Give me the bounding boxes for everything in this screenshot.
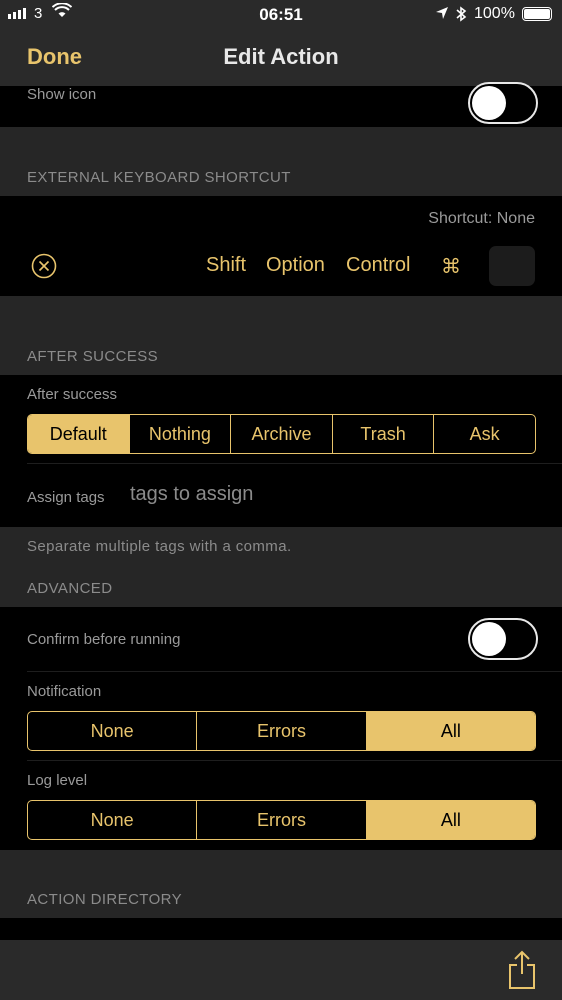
notification-option-all[interactable]: All — [365, 712, 535, 750]
confirm-before-running-label: Confirm before running — [27, 631, 181, 648]
location-arrow-icon — [435, 6, 449, 25]
log-level-option-none[interactable]: None — [28, 801, 196, 839]
show-icon-toggle[interactable] — [468, 82, 538, 124]
assign-tags-input[interactable]: tags to assign — [130, 483, 253, 506]
key-input-field[interactable] — [489, 246, 535, 286]
battery-percent: 100% — [474, 5, 515, 22]
assign-tags-footer: Separate multiple tags with a comma. — [27, 538, 292, 555]
action-directory-section-header: ACTION DIRECTORY — [27, 891, 183, 908]
option-modifier-button[interactable]: Option — [266, 254, 325, 277]
advanced-section-header: ADVANCED — [27, 580, 113, 597]
notification-option-errors[interactable]: Errors — [196, 712, 365, 750]
after-success-option-trash[interactable]: Trash — [331, 415, 434, 453]
bottom-toolbar — [0, 940, 562, 1000]
keyboard-shortcut-group: Shortcut: None Shift Option Control ⌘ — [0, 196, 562, 296]
after-success-label: After success — [27, 386, 118, 403]
advanced-group: Confirm before running Notification None… — [0, 607, 562, 850]
notification-segmented-control: None Errors All — [27, 711, 536, 751]
navigation-bar: Done Edit Action — [0, 30, 562, 86]
after-success-group: After success Default Nothing Archive Tr… — [0, 375, 562, 527]
after-success-option-ask[interactable]: Ask — [433, 415, 535, 453]
bluetooth-icon — [455, 5, 467, 28]
divider — [27, 463, 562, 464]
after-success-option-default[interactable]: Default — [28, 415, 129, 453]
action-directory-group — [0, 918, 562, 940]
status-bar: 3 06:51 100% — [0, 0, 562, 30]
control-modifier-button[interactable]: Control — [346, 254, 410, 277]
notification-label: Notification — [27, 683, 102, 700]
circle-x-icon[interactable] — [31, 253, 57, 284]
after-success-section-header: AFTER SUCCESS — [27, 348, 159, 365]
after-success-segmented-control: Default Nothing Archive Trash Ask — [27, 414, 536, 454]
log-level-label: Log level — [27, 772, 88, 789]
after-success-option-archive[interactable]: Archive — [230, 415, 332, 453]
keyboard-section-header: EXTERNAL KEYBOARD SHORTCUT — [27, 169, 291, 186]
share-icon[interactable] — [506, 950, 538, 995]
log-level-segmented-control: None Errors All — [27, 800, 536, 840]
show-icon-row: Show icon — [0, 82, 562, 127]
battery-icon — [522, 7, 552, 21]
divider — [27, 671, 562, 672]
shift-modifier-button[interactable]: Shift — [206, 254, 246, 277]
after-success-option-nothing[interactable]: Nothing — [128, 415, 231, 453]
divider — [27, 760, 562, 761]
confirm-before-running-toggle[interactable] — [468, 618, 538, 660]
shortcut-status: Shortcut: None — [428, 210, 535, 227]
command-modifier-button[interactable]: ⌘ — [441, 254, 461, 279]
notification-option-none[interactable]: None — [28, 712, 196, 750]
page-title: Edit Action — [223, 44, 339, 69]
log-level-option-all[interactable]: All — [365, 801, 535, 839]
assign-tags-label: Assign tags — [27, 489, 105, 506]
log-level-option-errors[interactable]: Errors — [196, 801, 365, 839]
show-icon-label: Show icon — [27, 86, 97, 103]
